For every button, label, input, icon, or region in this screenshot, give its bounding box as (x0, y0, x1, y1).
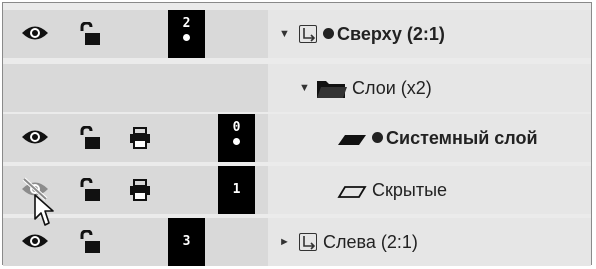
folder-icon (316, 79, 348, 104)
tree-item-label-view-top[interactable]: Сверху (2:1) (299, 10, 445, 58)
expand-triangle-icon[interactable]: ▼ (299, 64, 310, 112)
tree-item-label-layers[interactable]: Слои (x2) (352, 64, 432, 112)
printer-icon[interactable] (129, 179, 151, 206)
unlocked-lock-icon[interactable] (78, 229, 102, 259)
expand-triangle-icon[interactable]: ▼ (279, 10, 290, 58)
row-controls (3, 64, 268, 112)
unlocked-lock-icon[interactable] (78, 125, 102, 155)
eye-icon[interactable] (21, 231, 49, 256)
tree-item-label-view-left[interactable]: Слева (2:1) (299, 218, 418, 266)
tree-row-layers-folder[interactable]: ▼ Слои (x2) (3, 64, 591, 112)
unlocked-lock-icon[interactable] (78, 177, 102, 207)
layer-number-badge: 0 (218, 114, 255, 162)
row-label-text: Слева (2:1) (323, 232, 418, 252)
layer-number-badge: 2 (168, 10, 205, 58)
badge-number: 3 (182, 234, 191, 249)
tree-row-view-top[interactable]: 2 ▼ Сверху (2:1) (3, 10, 591, 58)
tree-row-view-left[interactable]: 3 ► Слева (2:1) (3, 218, 591, 266)
row-label-text: Сверху (2:1) (337, 24, 445, 44)
badge-number: 1 (232, 182, 241, 197)
eye-icon[interactable] (21, 127, 49, 152)
row-label-text: Системный слой (386, 128, 538, 148)
current-bullet-icon (372, 132, 383, 143)
unlocked-lock-icon[interactable] (78, 21, 102, 51)
layer-number-badge: 1 (218, 166, 255, 214)
badge-number: 0 (232, 120, 241, 135)
tree-row-hidden-layer[interactable]: 1 Скрытые (3, 166, 591, 214)
layer-number-badge: 3 (168, 218, 205, 266)
badge-number: 2 (182, 16, 191, 31)
outline-layer-icon (337, 185, 367, 203)
eye-icon[interactable] (21, 23, 49, 48)
tree-row-system-layer[interactable]: 0 Системный слой (3, 114, 591, 162)
mouse-pointer-icon (33, 193, 57, 234)
printer-icon[interactable] (129, 127, 151, 154)
view-icon (299, 233, 317, 251)
badge-current-dot (183, 34, 190, 41)
layers-tree-panel: 2 ▼ Сверху (2:1) ▼ Слои (x2) 0 Системный… (2, 2, 592, 266)
tree-item-label-system-layer[interactable]: Системный слой (372, 114, 538, 162)
filled-layer-icon (337, 133, 367, 151)
badge-current-dot (233, 138, 240, 145)
collapse-triangle-icon[interactable]: ► (279, 218, 290, 266)
view-icon (299, 25, 317, 43)
tree-item-label-hidden[interactable]: Скрытые (372, 166, 447, 214)
current-bullet-icon (323, 28, 334, 39)
